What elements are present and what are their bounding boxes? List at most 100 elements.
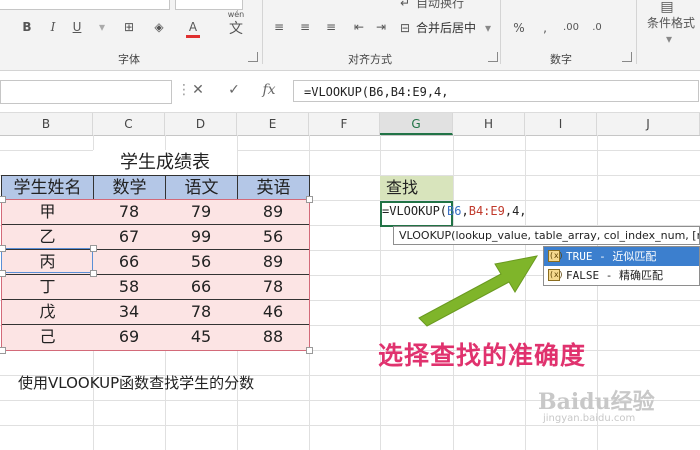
gridline bbox=[0, 425, 700, 426]
table-cell[interactable]: 89 bbox=[237, 200, 310, 225]
column-header-i[interactable]: I bbox=[525, 113, 597, 135]
table-cell[interactable]: 99 bbox=[165, 225, 238, 250]
font-name-box[interactable] bbox=[0, 0, 170, 10]
header-cell-chinese[interactable]: 语文 bbox=[165, 175, 238, 201]
header-cell-math[interactable]: 数学 bbox=[93, 175, 166, 201]
header-cell-name[interactable]: 学生姓名 bbox=[1, 175, 94, 201]
merge-center-label[interactable]: 合并后居中 bbox=[416, 19, 476, 37]
dropdown-option-false[interactable]: (x) FALSE - 精确匹配 bbox=[544, 266, 699, 285]
merge-icon[interactable]: ⊟ bbox=[398, 19, 412, 37]
insert-function-icon[interactable]: fx bbox=[259, 82, 279, 98]
table-cell[interactable]: 78 bbox=[165, 300, 238, 325]
ribbon-divider bbox=[636, 0, 637, 64]
callout-text: 选择查找的准确度 bbox=[378, 341, 587, 370]
phonetic-button[interactable]: 文 bbox=[226, 20, 246, 38]
table-cell[interactable]: 89 bbox=[237, 250, 310, 275]
merge-dropdown-icon[interactable]: ▾ bbox=[482, 19, 494, 37]
dropdown-option-label: TRUE - 近似匹配 bbox=[566, 250, 657, 263]
font-size-box[interactable] bbox=[175, 0, 243, 10]
table-cell[interactable]: 67 bbox=[93, 225, 166, 250]
align-center-icon[interactable]: ≡ bbox=[296, 18, 314, 36]
resize-handle[interactable] bbox=[90, 245, 97, 252]
number-dialog-launcher[interactable] bbox=[622, 52, 632, 62]
resize-handle[interactable] bbox=[0, 245, 6, 252]
column-header-f[interactable]: F bbox=[309, 113, 380, 135]
increase-indent-icon[interactable]: ⇥ bbox=[372, 18, 390, 36]
table-cell[interactable]: 78 bbox=[237, 275, 310, 300]
table-cell[interactable]: 69 bbox=[93, 325, 166, 351]
cancel-icon[interactable]: ✕ bbox=[188, 82, 208, 98]
dropdown-option-true[interactable]: (x) TRUE - 近似匹配 bbox=[544, 247, 699, 266]
name-box[interactable] bbox=[0, 80, 172, 104]
align-right-icon[interactable]: ≡ bbox=[322, 18, 340, 36]
instruction-note[interactable]: 使用VLOOKUP函数查找学生的分数 bbox=[18, 372, 254, 393]
comma-style-icon[interactable]: , bbox=[536, 19, 554, 37]
font-color-button[interactable]: A bbox=[186, 18, 200, 36]
formula-input[interactable]: =VLOOKUP(B6,B4:E9,4, bbox=[293, 80, 699, 102]
conditional-format-dropdown-icon[interactable]: ▾ bbox=[663, 30, 675, 48]
resize-handle[interactable] bbox=[0, 270, 6, 277]
column-header-b[interactable]: B bbox=[0, 113, 93, 135]
watermark-logo: Baidu经验 bbox=[538, 389, 655, 415]
table-cell[interactable]: 66 bbox=[165, 275, 238, 300]
resize-handle[interactable] bbox=[0, 196, 6, 203]
resize-handle[interactable] bbox=[306, 196, 313, 203]
column-header-j[interactable]: J bbox=[597, 113, 700, 135]
lookup-label-cell[interactable]: 查找 bbox=[380, 176, 453, 200]
table-cell[interactable]: 66 bbox=[93, 250, 166, 275]
table-cell[interactable]: 丁 bbox=[1, 275, 94, 300]
table-cell[interactable]: 戊 bbox=[1, 300, 94, 325]
resize-handle[interactable] bbox=[0, 347, 6, 354]
ribbon: B I U ▾ ⊞ ◈ A wén 文 字体 ≡ ≡ ≡ ⇤ ⇥ ↵ 自动换行 … bbox=[0, 0, 700, 71]
table-cell[interactable]: 78 bbox=[93, 200, 166, 225]
column-header-d[interactable]: D bbox=[165, 113, 237, 135]
ribbon-divider bbox=[262, 0, 263, 64]
font-dialog-launcher[interactable] bbox=[248, 52, 258, 62]
ribbon-divider bbox=[500, 0, 501, 64]
column-header-h[interactable]: H bbox=[453, 113, 525, 135]
column-header-e[interactable]: E bbox=[237, 113, 309, 135]
table-cell[interactable]: 46 bbox=[237, 300, 310, 325]
dropdown-option-label: FALSE - 精确匹配 bbox=[566, 269, 663, 282]
table-cell[interactable]: 58 bbox=[93, 275, 166, 300]
column-header-c[interactable]: C bbox=[93, 113, 165, 135]
decrease-indent-icon[interactable]: ⇤ bbox=[350, 18, 368, 36]
wrap-text-label[interactable]: 自动换行 bbox=[416, 0, 464, 12]
column-header-g[interactable]: G bbox=[380, 113, 453, 135]
bold-button[interactable]: B bbox=[20, 18, 34, 36]
table-cell[interactable]: 56 bbox=[237, 225, 310, 250]
formula-prefix: =VLOOKUP( bbox=[382, 204, 448, 218]
enter-icon[interactable]: ✓ bbox=[224, 82, 244, 98]
table-cell[interactable]: 乙 bbox=[1, 225, 94, 250]
table-cell[interactable]: 己 bbox=[1, 325, 94, 351]
increase-decimal-icon[interactable]: .00 bbox=[560, 19, 582, 37]
number-group-label: 数字 bbox=[550, 53, 572, 66]
percent-icon[interactable]: % bbox=[510, 19, 528, 37]
table-cell[interactable]: 45 bbox=[165, 325, 238, 351]
align-left-icon[interactable]: ≡ bbox=[270, 18, 288, 36]
underline-button[interactable]: U bbox=[70, 18, 84, 36]
resize-handle[interactable] bbox=[90, 270, 97, 277]
borders-icon[interactable]: ⊞ bbox=[120, 18, 138, 36]
formula-rest: ,4, bbox=[504, 204, 527, 218]
header-cell-english[interactable]: 英语 bbox=[237, 175, 310, 201]
table-cell[interactable]: 34 bbox=[93, 300, 166, 325]
fill-color-icon[interactable]: ◈ bbox=[150, 18, 168, 36]
table-cell[interactable]: 88 bbox=[237, 325, 310, 351]
alignment-dialog-launcher[interactable] bbox=[488, 52, 498, 62]
table-cell[interactable]: 56 bbox=[165, 250, 238, 275]
italic-button[interactable]: I bbox=[46, 18, 60, 36]
formula-lookup-ref: B6 bbox=[447, 204, 462, 218]
underline-dropdown-icon[interactable]: ▾ bbox=[96, 18, 108, 36]
resize-handle[interactable] bbox=[306, 347, 313, 354]
decrease-decimal-icon[interactable]: .0 bbox=[586, 19, 608, 37]
argument-icon: (x) bbox=[548, 269, 564, 281]
table-cell[interactable]: 甲 bbox=[1, 200, 94, 225]
table-title[interactable]: 学生成绩表 bbox=[93, 150, 237, 175]
watermark-url: jingyan.baidu.com bbox=[543, 413, 636, 424]
column-headers: B C D E F G H I J bbox=[0, 112, 700, 136]
argument-icon: (x) bbox=[548, 250, 564, 262]
wrap-text-icon[interactable]: ↵ bbox=[398, 0, 412, 12]
table-cell[interactable]: 79 bbox=[165, 200, 238, 225]
cell-formula-text[interactable]: =VLOOKUP(B6,B4:E9,4, bbox=[382, 204, 527, 218]
